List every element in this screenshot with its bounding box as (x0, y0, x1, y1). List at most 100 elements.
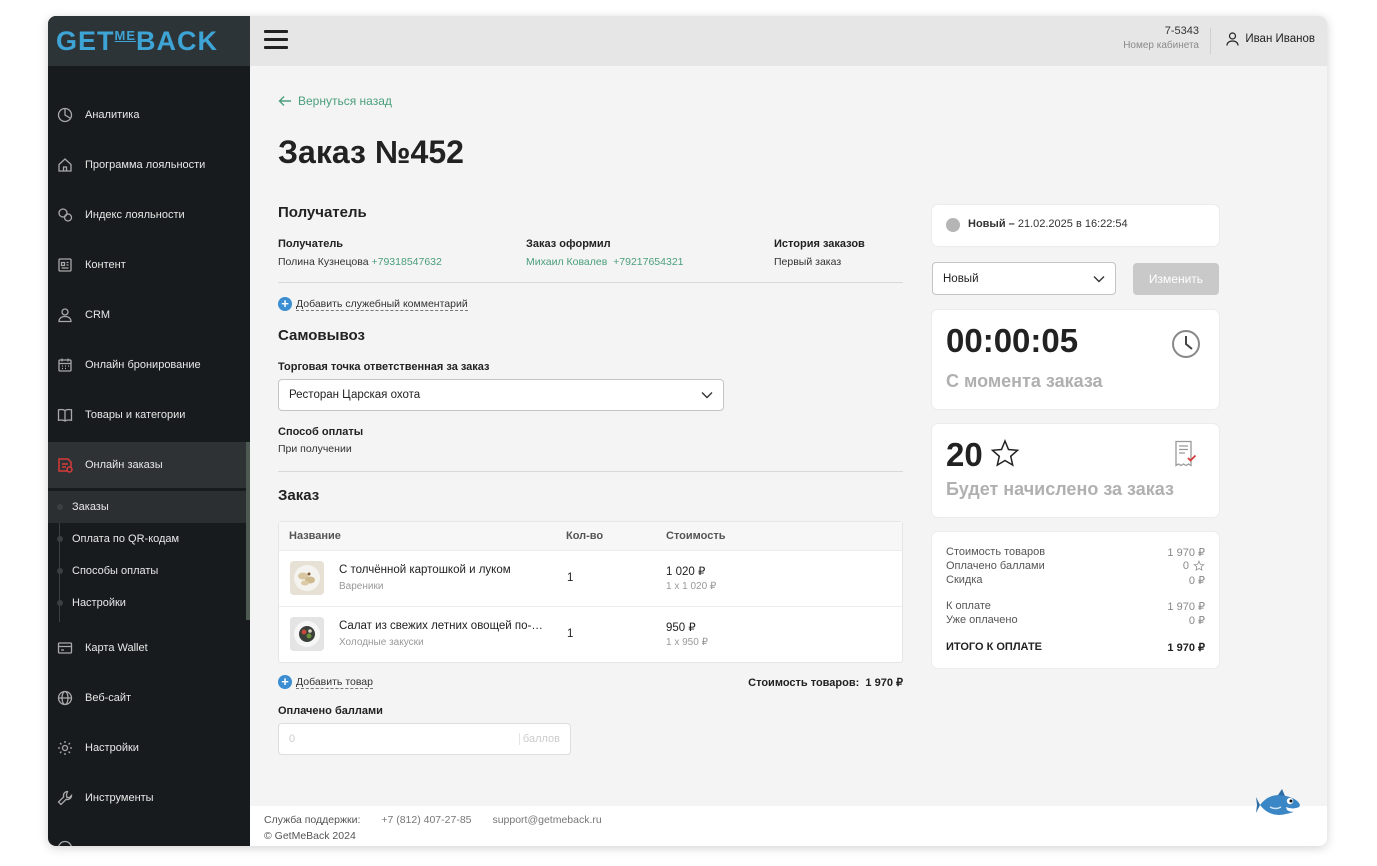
paid-points-label: Оплачено баллами (278, 705, 383, 717)
ordered-by-label: Заказ оформил (526, 238, 611, 250)
sidebar-item-crm[interactable]: CRM (48, 293, 250, 337)
logo[interactable]: GETMEBACK (56, 26, 218, 57)
sidebar-subitem-orders[interactable]: Заказы (48, 491, 250, 523)
sidebar-item-loyalty-program[interactable]: Программа лояльности (48, 143, 250, 187)
sidebar-subitem-payment-methods[interactable]: Способы оплаты (48, 555, 250, 587)
product-thumbnail (290, 617, 324, 651)
house-icon (56, 156, 74, 174)
summary-total: ИТОГО К ОПЛАТЕ 1 970 ₽ (946, 641, 1205, 654)
sidebar-item-settings[interactable]: Настройки (48, 726, 250, 770)
recipient-section-title: Получатель (278, 204, 367, 221)
sidebar-item-label: Карта Wallet (85, 642, 148, 654)
sidebar-item-label: Онлайн заказы (85, 459, 163, 471)
sidebar-item-label: Настройки (85, 742, 139, 754)
cabinet-number: 7-5343 (1164, 25, 1199, 37)
user-name: Иван Иванов (1245, 33, 1315, 45)
sidebar-item-more[interactable] (48, 826, 250, 846)
summary-row: Стоимость товаров 1 970 ₽ (946, 546, 1205, 559)
back-link[interactable]: Вернуться назад (278, 94, 392, 108)
product-price: 1 020 ₽ (666, 566, 706, 578)
book-icon (56, 406, 74, 424)
mascot-fish-icon[interactable] (1256, 788, 1302, 822)
subtotal: Стоимость товаров: 1 970 ₽ (710, 676, 903, 689)
chevron-down-icon (1093, 275, 1105, 282)
sidebar-item-tools[interactable]: Инструменты (48, 776, 250, 820)
summary-card: Стоимость товаров 1 970 ₽ Оплачено баллам… (932, 532, 1219, 668)
product-unit-price: 1 x 950 ₽ (666, 637, 708, 648)
sidebar-item-label: Индекс лояльности (85, 209, 185, 221)
bonus-card: 20 Будет начислено за заказ (932, 424, 1219, 517)
plus-circle-icon: + (278, 675, 292, 689)
ordered-by-value: Михаил Ковалев +79217654321 (526, 256, 684, 268)
recipient-phone-link[interactable]: +79318547632 (371, 256, 441, 268)
support-email[interactable]: support@getmeback.ru (492, 814, 601, 826)
product-category: Холодные закуски (339, 637, 424, 648)
chat-icon (56, 206, 74, 224)
order-history-value: Первый заказ (774, 256, 842, 268)
clock-icon (1172, 330, 1200, 358)
receipt-icon (1175, 440, 1197, 467)
table-row[interactable]: Салат из свежих летних овощей по-… Холод… (279, 606, 902, 662)
bullet (57, 536, 63, 542)
sidebar-item-analytics[interactable]: Аналитика (48, 93, 250, 137)
page-title: Заказ №452 (278, 134, 464, 170)
sidebar-subitem-settings[interactable]: Настройки (48, 587, 250, 619)
product-price: 950 ₽ (666, 622, 696, 634)
sidebar-subitem-qr-payment[interactable]: Оплата по QR-кодам (48, 523, 250, 555)
order-history-label: История заказов (774, 238, 865, 250)
user-menu[interactable]: Иван Иванов (1226, 32, 1315, 46)
ordered-by-phone-link[interactable]: +79217654321 (613, 256, 683, 268)
column-header-price: Стоимость (666, 530, 726, 542)
user-icon (56, 306, 74, 324)
gear-icon (56, 739, 74, 757)
order-items-table: Название Кол-во Стоимость С толчённой ка… (278, 521, 903, 663)
sidebar-subitem-label: Настройки (72, 597, 126, 609)
arrow-left-icon (278, 96, 291, 106)
top-header: 7-5343 Номер кабинета Иван Иванов (250, 16, 1327, 66)
footer: Служба поддержки: +7 (812) 407-27-85 sup… (250, 806, 1327, 846)
analytics-icon (56, 106, 74, 124)
add-comment-link[interactable]: + Добавить служебный комментарий (278, 297, 468, 311)
sidebar-item-content[interactable]: Контент (48, 243, 250, 287)
calendar-icon (56, 356, 74, 374)
sidebar-item-booking[interactable]: Онлайн бронирование (48, 343, 250, 387)
product-category: Вареники (339, 581, 384, 592)
add-product-link[interactable]: + Добавить товар (278, 675, 373, 689)
menu-icon[interactable] (264, 30, 288, 50)
support-label: Служба поддержки: (264, 814, 361, 826)
bullet (57, 568, 63, 574)
sidebar-item-label: Товары и категории (85, 409, 186, 421)
divider (278, 282, 903, 283)
timer-value: 00:00:05 (946, 322, 1079, 359)
sidebar-item-label: CRM (85, 309, 111, 321)
sidebar-item-online-orders[interactable]: Онлайн заказы (48, 442, 250, 488)
status-dot (946, 218, 960, 232)
table-row[interactable]: С толчённой картошкой и луком Вареники 1… (279, 550, 902, 606)
points-unit: баллов (518, 733, 560, 745)
plus-circle-icon: + (278, 297, 292, 311)
support-line: Служба поддержки: +7 (812) 407-27-85 sup… (264, 814, 620, 826)
user-icon (1226, 32, 1239, 46)
copyright: © GetMeBack 2024 (264, 830, 356, 842)
sidebar-item-loyalty-index[interactable]: Индекс лояльности (48, 193, 250, 237)
store-select[interactable]: Ресторан Царская охота (278, 379, 724, 411)
chevron-down-icon (701, 392, 713, 399)
sidebar-item-website[interactable]: Веб-сайт (48, 676, 250, 720)
points-input-placeholder: 0 (289, 733, 296, 745)
summary-row: Уже оплачено 0 ₽ (946, 614, 1205, 627)
change-status-button[interactable]: Изменить (1133, 263, 1219, 295)
status-select[interactable]: Новый (932, 262, 1116, 295)
bullet (57, 504, 63, 510)
store-label: Торговая точка ответственная за заказ (278, 361, 490, 373)
ordered-by-name-link[interactable]: Михаил Ковалев (526, 256, 607, 268)
product-thumbnail (290, 561, 324, 595)
sidebar-item-wallet[interactable]: Карта Wallet (48, 626, 250, 670)
status-select-value: Новый (943, 272, 979, 285)
divider (278, 471, 903, 472)
sidebar: GETMEBACK Аналитика Программа лояльности… (48, 16, 250, 846)
points-input[interactable]: 0 баллов (278, 723, 571, 755)
sidebar-item-products[interactable]: Товары и категории (48, 393, 250, 437)
product-qty: 1 (567, 572, 574, 584)
support-phone[interactable]: +7 (812) 407-27-85 (381, 814, 471, 826)
recipient-value: Полина Кузнецова +79318547632 (278, 256, 442, 268)
